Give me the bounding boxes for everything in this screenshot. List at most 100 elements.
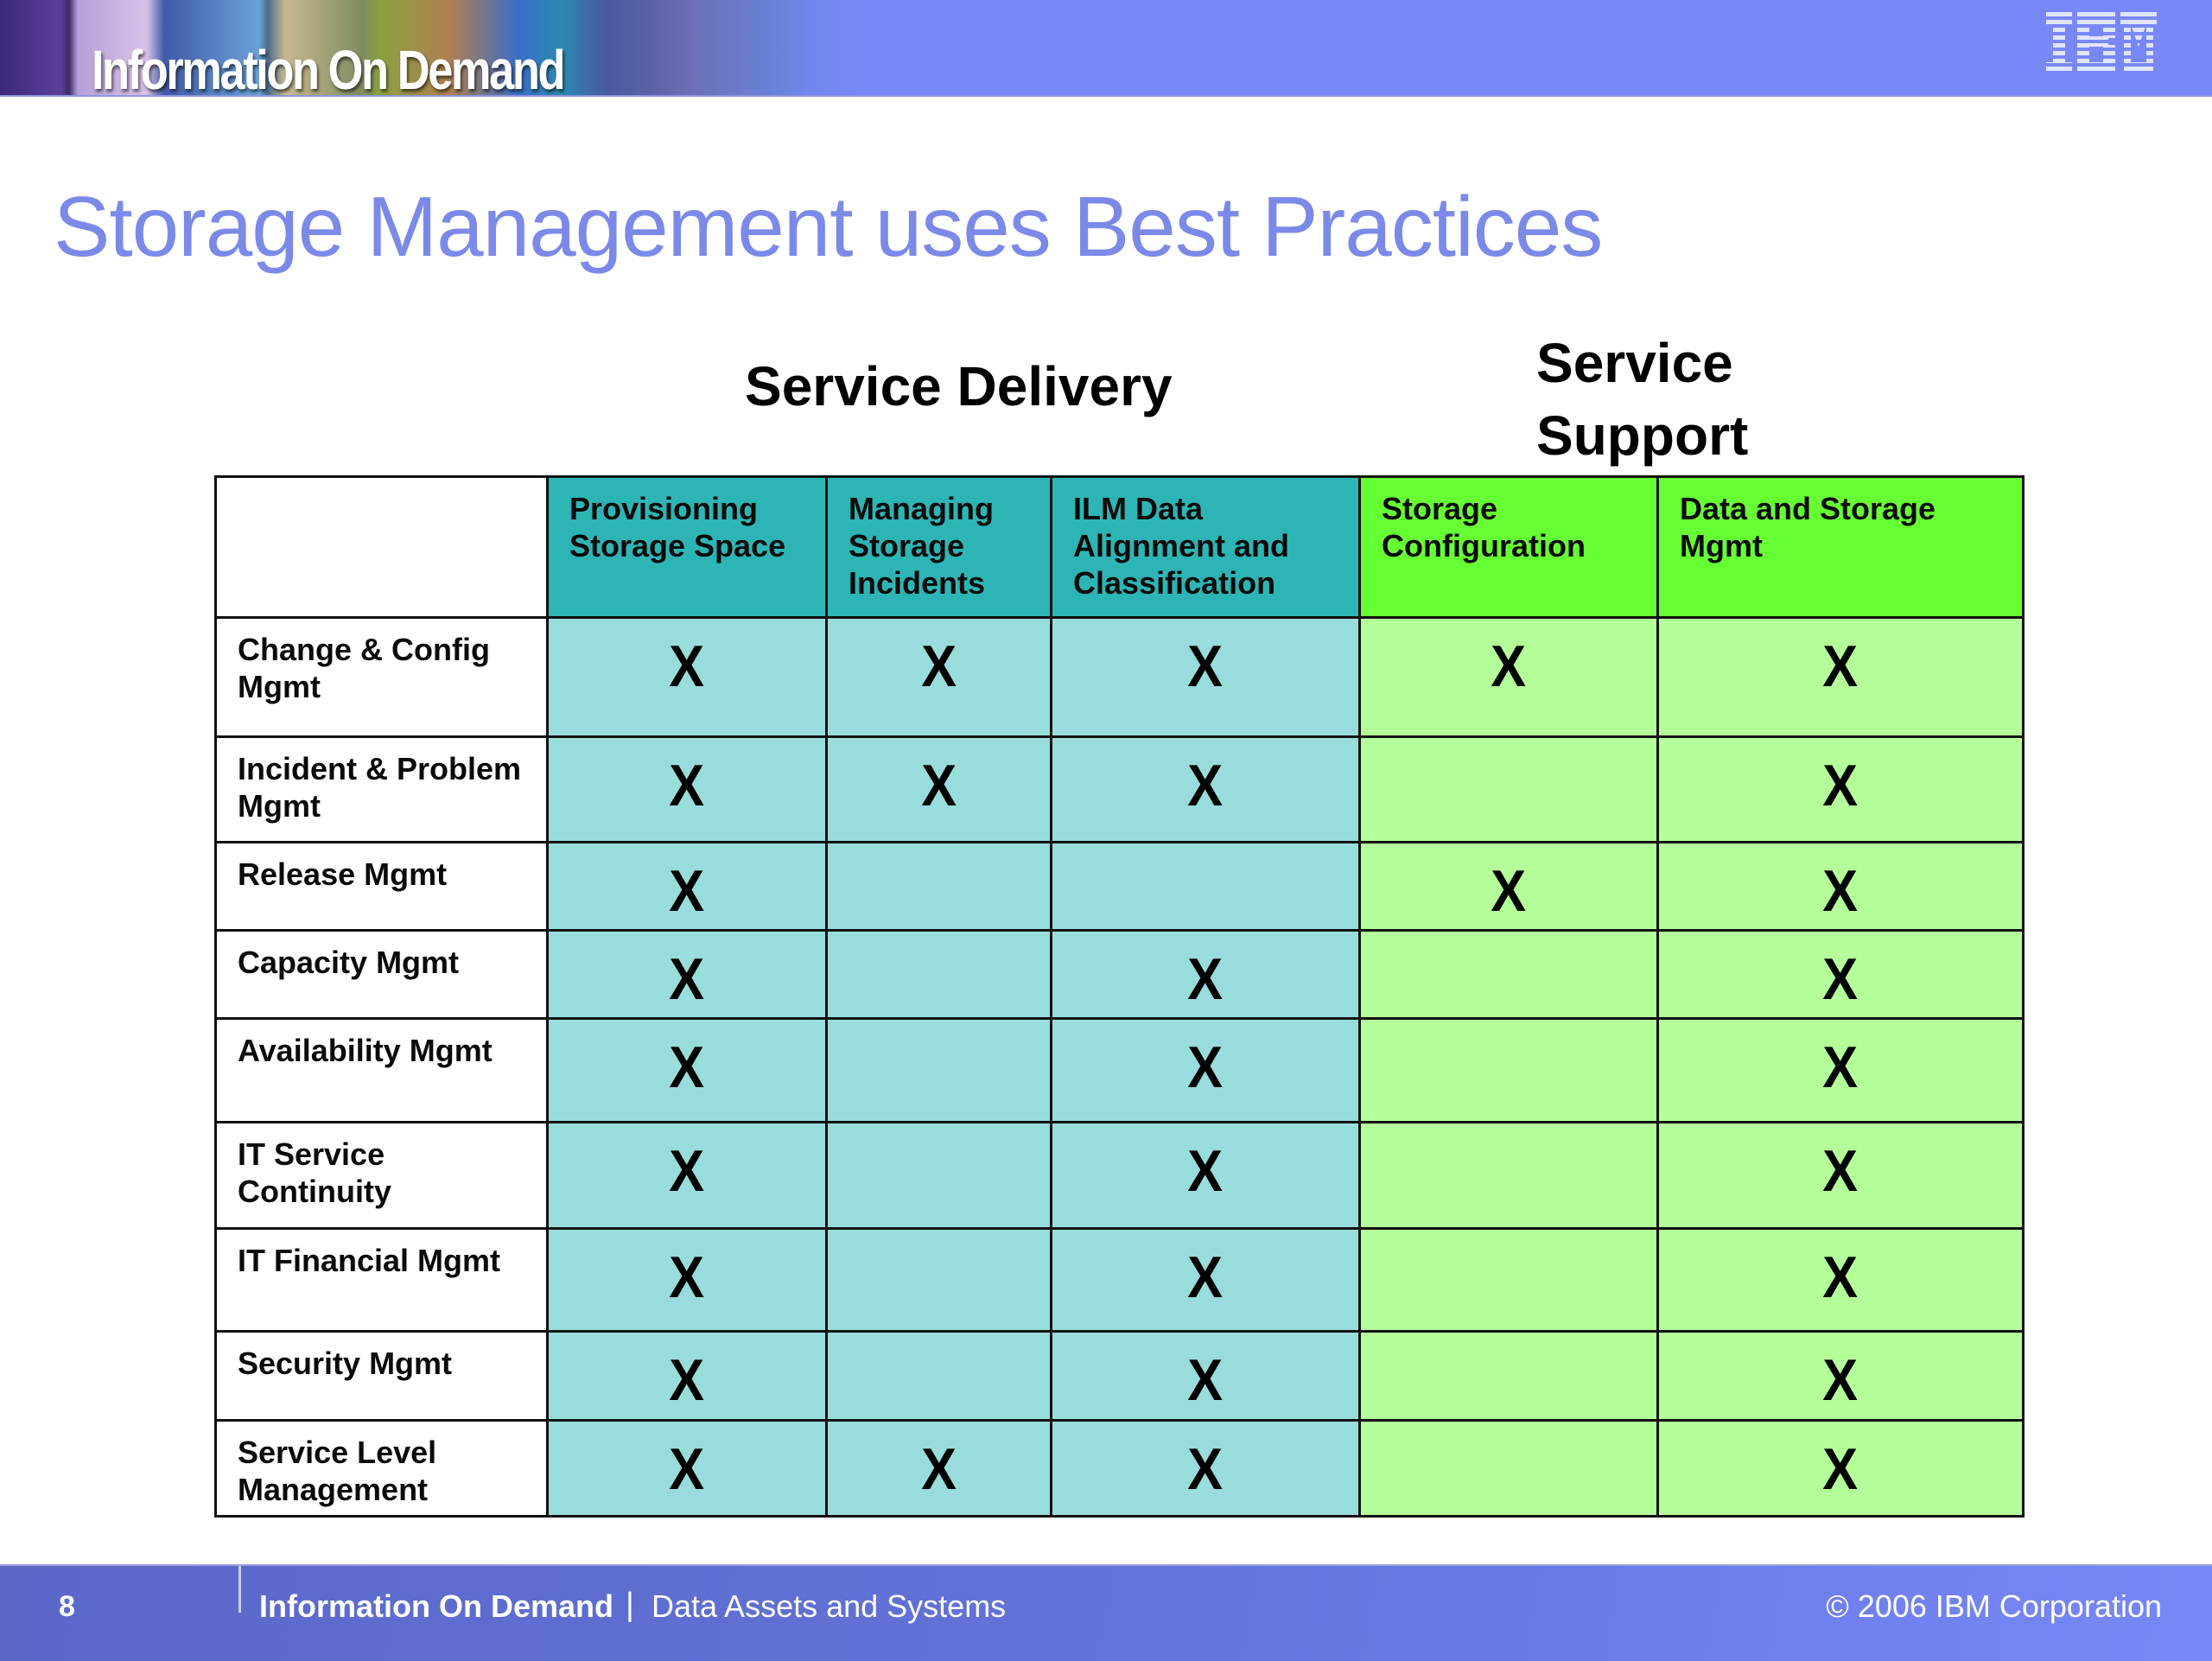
matrix-cell: X (1656, 841, 2024, 932)
footer-divider (238, 1566, 241, 1613)
x-mark: X (1822, 633, 1859, 699)
x-mark: X (669, 753, 705, 818)
table-header-row: Provisioning Storage Space Managing Stor… (214, 475, 2024, 619)
table-row: Service Level Management X X X X (214, 1419, 2024, 1518)
matrix-cell: X (1050, 1330, 1361, 1422)
x-mark: X (1187, 1138, 1224, 1204)
matrix-cell (825, 1227, 1052, 1333)
matrix-cell: X (546, 616, 828, 738)
x-mark: X (669, 633, 705, 699)
x-mark: X (1491, 858, 1527, 924)
x-mark: X (1187, 946, 1224, 1012)
matrix-cell: X (825, 616, 1052, 738)
x-mark: X (1187, 633, 1224, 699)
table-row: Release Mgmt X X X (214, 841, 2024, 932)
x-mark: X (1187, 753, 1224, 818)
ibm-logo-icon (2044, 12, 2158, 74)
row-label: Incident & Problem Mgmt (214, 735, 549, 843)
matrix-cell (825, 841, 1052, 932)
matrix-cell (1358, 1121, 1659, 1230)
x-mark: X (1187, 1244, 1224, 1310)
matrix-cell: X (1358, 841, 1659, 932)
x-mark: X (669, 1138, 705, 1204)
table-row: Capacity Mgmt X X X (214, 929, 2024, 1020)
matrix-cell: X (1050, 1419, 1361, 1518)
x-mark: X (1822, 1436, 1859, 1502)
x-mark: X (1822, 1244, 1859, 1310)
x-mark: X (1187, 1034, 1224, 1100)
matrix-cell: X (546, 929, 828, 1020)
practices-matrix-table: Provisioning Storage Space Managing Stor… (214, 475, 2024, 1518)
matrix-cell: X (1656, 1419, 2024, 1518)
column-header: Managing Storage Incidents (825, 475, 1052, 619)
row-label: IT Financial Mgmt (214, 1227, 549, 1333)
matrix-cell: X (546, 1121, 828, 1230)
x-mark: X (669, 1436, 705, 1502)
matrix-cell: X (1050, 616, 1361, 738)
matrix-cell: X (546, 1227, 828, 1333)
banner-title: Information On Demand (92, 39, 566, 101)
matrix-cell (1358, 1330, 1659, 1422)
slide-title: Storage Management uses Best Practices (54, 179, 1603, 274)
header-banner: Information On Demand (0, 0, 2212, 101)
x-mark: X (1822, 1034, 1859, 1100)
page-number: 8 (59, 1590, 75, 1623)
matrix-cell: X (546, 735, 828, 843)
x-mark: X (1187, 1347, 1224, 1413)
matrix-cell: X (1358, 616, 1659, 738)
matrix-cell: X (1656, 1017, 2024, 1123)
footer-brand: Information On Demand (259, 1588, 614, 1624)
row-label: Availability Mgmt (214, 1017, 549, 1123)
matrix-cell: X (546, 841, 828, 932)
matrix-cell: X (1656, 735, 2024, 843)
matrix-cell (1358, 735, 1659, 843)
matrix-cell: X (1050, 1121, 1361, 1230)
row-label: Service Level Management (214, 1419, 549, 1518)
table-row: IT Financial Mgmt X X X (214, 1227, 2024, 1333)
matrix-cell: X (825, 1419, 1052, 1518)
column-header: Provisioning Storage Space (546, 475, 828, 619)
matrix-cell (1358, 1227, 1659, 1333)
matrix-cell: X (546, 1017, 828, 1123)
footer-subtitle: Data Assets and Systems (652, 1588, 1007, 1624)
x-mark: X (921, 1436, 957, 1502)
row-label: Security Mgmt (214, 1330, 549, 1422)
matrix-cell (1358, 1419, 1659, 1518)
x-mark: X (1822, 858, 1859, 924)
matrix-cell: X (1656, 1330, 2024, 1422)
x-mark: X (669, 1347, 705, 1413)
matrix-cell (825, 1330, 1052, 1422)
matrix-cell: X (1656, 1227, 2024, 1333)
group-label-service-support: Service Support (1536, 332, 1749, 467)
table-row: Change & Config Mgmt X X X X X (214, 616, 2024, 738)
x-mark: X (1822, 753, 1859, 818)
matrix-cell: X (825, 735, 1052, 843)
matrix-cell (1050, 841, 1361, 932)
matrix-cell (1358, 929, 1659, 1020)
column-header: Data and Storage Mgmt (1656, 475, 2024, 619)
x-mark: X (1822, 1138, 1859, 1204)
matrix-cell: X (1050, 929, 1361, 1020)
x-mark: X (669, 946, 705, 1012)
x-mark: X (1822, 946, 1859, 1012)
group-label-service-delivery: Service Delivery (745, 355, 1173, 417)
x-mark: X (921, 753, 957, 818)
matrix-cell: X (1050, 1227, 1361, 1333)
matrix-cell: X (1656, 1121, 2024, 1230)
table-row: Availability Mgmt X X X (214, 1017, 2024, 1123)
x-mark: X (669, 1244, 705, 1310)
row-label: Change & Config Mgmt (214, 616, 549, 738)
matrix-cell: X (546, 1419, 828, 1518)
copyright-text: © 2006 IBM Corporation (1826, 1588, 2162, 1624)
column-header: Storage Configuration (1358, 475, 1659, 619)
column-header: ILM Data Alignment and Classification (1050, 475, 1361, 619)
x-mark: X (669, 858, 705, 924)
row-label: IT Service Continuity (214, 1121, 549, 1230)
x-mark: X (921, 633, 957, 699)
matrix-cell: X (1656, 929, 2024, 1020)
table-row: IT Service Continuity X X X (214, 1121, 2024, 1230)
table-row: Incident & Problem Mgmt X X X X (214, 735, 2024, 843)
x-mark: X (1491, 633, 1527, 699)
matrix-cell: X (1050, 735, 1361, 843)
matrix-cell: X (546, 1330, 828, 1422)
